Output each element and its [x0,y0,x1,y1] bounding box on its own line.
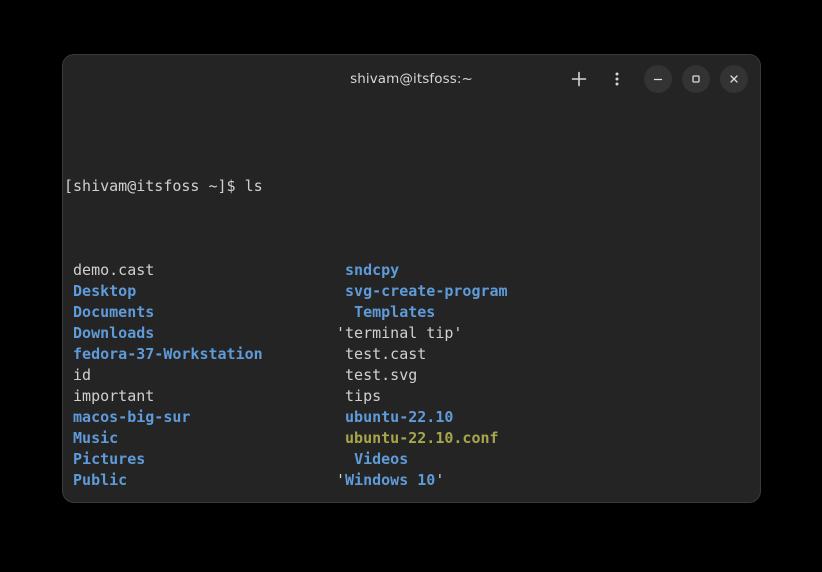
ls-row: macos-big-sur ubuntu-22.10 [63,407,760,428]
ls-entry-prefix [336,345,345,363]
ls-entry-prefix [64,324,73,342]
ls-entry-name: Public [73,471,128,489]
close-button[interactable] [720,65,748,93]
ls-entry: Pictures [64,449,336,470]
ls-entry: id [64,365,336,386]
ls-entry-name: test.svg [345,366,418,384]
ls-row: Pictures Videos [63,449,760,470]
ls-entry-prefix: ' [336,324,346,342]
window-titlebar[interactable]: shivam@itsfoss:~ [63,55,760,103]
ls-entry-name: sndcpy [345,261,400,279]
ls-entry: 'Windows 10' [336,470,444,491]
ls-entry-name: test.cast [345,345,427,363]
ls-row: demo.cast sndcpy [63,260,760,281]
ls-entry: Videos [336,449,408,470]
command-line: [shivam@itsfoss ~]$ ls [63,176,760,197]
ls-entry: test.svg [336,365,417,386]
ls-entry: Documents [64,302,336,323]
minimize-button[interactable] [644,65,672,93]
ls-entry: Desktop [64,281,336,302]
ls-entry: Music [64,428,336,449]
ls-entry-name: Windows 10 [345,471,436,489]
ls-entry: ubuntu-22.10.conf [336,428,499,449]
ls-row: important tips [63,386,760,407]
ls-row: Music ubuntu-22.10.conf [63,428,760,449]
ls-entry-prefix [64,282,73,300]
ls-entry-name: ubuntu-22.10.conf [345,429,499,447]
ls-entry-prefix [64,366,73,384]
ls-entry-name: Music [73,429,119,447]
ls-entry-name: Desktop [73,282,137,300]
ls-entry: sndcpy [336,260,399,281]
ls-entry-name: important [73,387,155,405]
ls-entry-name: svg-create-program [345,282,508,300]
ls-entry-prefix [64,471,73,489]
kebab-menu-icon [608,70,626,88]
ls-entry-prefix [64,408,73,426]
ls-entry: macos-big-sur [64,407,336,428]
close-icon [727,72,741,86]
ls-entry-name: id [73,366,92,384]
new-tab-button[interactable] [562,62,596,96]
menu-button[interactable] [600,62,634,96]
ls-entry-prefix [336,429,345,447]
ls-entry: test.cast [336,344,426,365]
maximize-button[interactable] [682,65,710,93]
ls-entry-name: Pictures [73,450,146,468]
ls-entry-prefix: ' [336,471,346,489]
ls-entry: demo.cast [64,260,336,281]
ls-entry-name: demo.cast [73,261,155,279]
ls-entry-name: Templates [354,303,436,321]
ls-entry-suffix: ' [453,324,463,342]
ls-entry-name: Downloads [73,324,155,342]
ls-entry-prefix [64,387,73,405]
ls-entry-prefix [336,303,354,321]
shell-prompt: [shivam@itsfoss ~]$ [64,177,245,195]
ls-entry-suffix: ' [435,471,445,489]
ls-entry: Templates [336,302,435,323]
ls-entry-prefix [336,387,345,405]
ls-entry-prefix [64,261,73,279]
ls-entry: tips [336,386,381,407]
ls-entry-prefix [64,450,73,468]
ls-entry-prefix [64,429,73,447]
ls-row: Documents Templates [63,302,760,323]
ls-row: Public 'Windows 10' [63,470,760,491]
ls-entry-name: ubuntu-22.10 [345,408,454,426]
ls-entry-prefix [336,366,345,384]
ls-entry-name: Documents [73,303,155,321]
maximize-icon [689,72,703,86]
ls-entry-prefix [336,450,354,468]
ls-entry-name: Videos [354,450,409,468]
terminal-output-area[interactable]: [shivam@itsfoss ~]$ ls demo.cast sndcpy … [63,103,760,502]
ls-entry: Public [64,470,336,491]
ls-entry: ubuntu-22.10 [336,407,453,428]
plus-icon [570,70,588,88]
ls-row: id test.svg [63,365,760,386]
ls-entry: fedora-37-Workstation [64,344,336,365]
shell-command: ls [244,177,263,195]
ls-entry: Downloads [64,323,336,344]
ls-entry: svg-create-program [336,281,508,302]
ls-entry-prefix [64,303,73,321]
titlebar-actions [562,55,748,103]
ls-entry-prefix [336,282,345,300]
ls-listing: demo.cast sndcpy Desktop svg-create-prog… [63,260,760,491]
terminal-window: shivam@itsfoss:~ [shivam@itsfoss ~]$ ls … [62,54,761,503]
ls-entry-prefix [336,261,345,279]
ls-entry: important [64,386,336,407]
ls-entry: 'terminal tip' [336,323,462,344]
ls-row: Desktop svg-create-program [63,281,760,302]
ls-entry-name: fedora-37-Workstation [73,345,263,363]
minimize-icon [651,72,665,86]
ls-row: fedora-37-Workstation test.cast [63,344,760,365]
ls-entry-name: macos-big-sur [73,408,191,426]
ls-entry-name: terminal tip [345,324,454,342]
ls-row: Downloads 'terminal tip' [63,323,760,344]
ls-entry-prefix [64,345,73,363]
ls-entry-name: tips [345,387,382,405]
ls-entry-prefix [336,408,345,426]
